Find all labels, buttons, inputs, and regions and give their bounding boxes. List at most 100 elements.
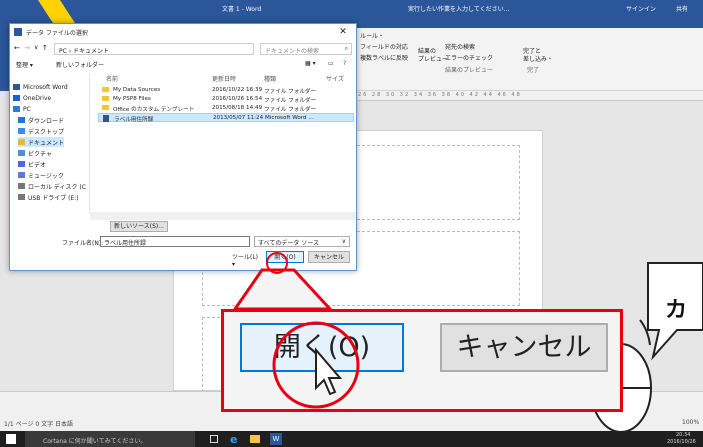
nav-item[interactable]: PC: [13, 104, 31, 114]
view-icon[interactable]: ▦ ▾: [305, 60, 316, 67]
ribbon-update-labels[interactable]: 複数ラベルに反映: [360, 53, 408, 62]
nav-item-label: ダウンロード: [28, 117, 65, 125]
file-row[interactable]: My Data Sources 2016/10/22 16:39 ファイル フォルダ…: [98, 86, 354, 95]
nav-item[interactable]: Microsoft Word: [13, 82, 68, 92]
file-row[interactable]: My PSP8 Files 2016/10/26 16:54 ファイル フォルダー: [98, 95, 354, 104]
filetype-select[interactable]: すべてのデータ ソース ∨: [254, 236, 350, 247]
up-icon[interactable]: ↑: [42, 44, 48, 52]
nav-item-label: ミュージック: [28, 172, 64, 180]
filename-label: ファイル名(N):: [62, 240, 104, 247]
address-bar[interactable]: PC › ドキュメント: [54, 43, 254, 55]
address-row: ← → ∨ ↑ PC › ドキュメント ドキュメントの検索 ⌕: [10, 41, 356, 57]
column-size[interactable]: サイズ: [326, 74, 344, 83]
nav-item[interactable]: ローカル ディスク (C: [18, 181, 86, 191]
folder-icon: [18, 161, 25, 167]
nav-item[interactable]: ピクチャ: [18, 148, 52, 158]
file-name: ラベル用住所録: [114, 117, 154, 123]
file-name: My PSP8 Files: [113, 96, 151, 102]
column-name[interactable]: 名前: [106, 74, 118, 83]
file-date: 2016/10/22 16:39: [212, 87, 263, 93]
signin-link[interactable]: サインイン: [626, 4, 656, 13]
word-taskbar-icon[interactable]: W: [270, 433, 282, 445]
preview-pane-icon[interactable]: ▭: [328, 60, 334, 67]
navigation-pane: Microsoft Word OneDrive PC ダウンロード デスクトップ ドキュメ…: [10, 74, 90, 214]
folder-icon: [18, 172, 25, 178]
nav-item-label: OneDrive: [23, 94, 52, 102]
clock-time: 20:34: [676, 432, 691, 438]
nav-item[interactable]: OneDrive: [13, 93, 51, 103]
filetype-value: すべてのデータ ソース: [258, 240, 319, 247]
help-icon[interactable]: ?: [343, 60, 346, 67]
word-doc-title: 文書 1 - Word: [222, 6, 262, 13]
ribbon-match-fields[interactable]: フィールドの対応: [360, 42, 408, 51]
explorer-icon[interactable]: [250, 435, 260, 443]
folder-icon: [102, 105, 109, 110]
folder-icon: [13, 84, 20, 90]
folder-icon: [102, 96, 109, 101]
ribbon-group-finish: 完了: [527, 67, 540, 74]
word-titlebar: 文書 1 - Word 実行したい作業を入力してください... サインイン 共有: [0, 0, 703, 16]
close-icon[interactable]: ✕: [330, 24, 356, 40]
nav-item[interactable]: デスクトップ: [18, 126, 64, 136]
folder-icon: [18, 183, 25, 189]
nav-item-label: PC: [23, 105, 31, 113]
ribbon-mailings-group: ルール・ フィールドの対応 複数ラベルに反映 結果の プレビュー 宛先の検索 エ…: [340, 28, 703, 91]
word-doc-icon: [103, 115, 109, 122]
ribbon-rules[interactable]: ルール・: [360, 31, 384, 40]
file-date: 2016/10/26 16:54: [212, 96, 263, 102]
zoom-level[interactable]: 100%: [682, 419, 699, 426]
file-date: 2013/05/07 11:24: [213, 115, 264, 121]
tools-button[interactable]: ツール(L) ▾: [232, 252, 262, 268]
ribbon-check-errors[interactable]: エラーのチェック: [445, 53, 493, 62]
task-view-icon[interactable]: [210, 435, 218, 443]
file-name: My Data Sources: [113, 87, 161, 93]
file-row[interactable]: Office のカスタム テンプレート 2015/08/18 14:49 ファイル …: [98, 104, 354, 113]
open-button[interactable]: 開く(O): [266, 251, 304, 263]
folder-icon: [102, 87, 109, 92]
file-date: 2015/08/18 14:49: [212, 105, 263, 111]
column-date[interactable]: 更新日時: [212, 74, 236, 83]
folder-icon: [18, 194, 25, 200]
cancel-button[interactable]: キャンセル: [308, 251, 350, 263]
dialog-toolbar: 整理 ▾ 新しいフォルダー ▦ ▾ ▭ ?: [10, 58, 356, 72]
dialog-titlebar[interactable]: データ ファイルの選択 ✕: [10, 24, 356, 40]
ruler-numbers: 24 26 28 30 32 34 36 38 40 42 44 46 48: [344, 92, 522, 98]
ribbon-finish-2[interactable]: 差し込み・: [523, 54, 553, 63]
nav-item[interactable]: ミュージック: [18, 170, 64, 180]
bubble-text: カ: [665, 298, 688, 323]
nav-item-label: Microsoft Word: [23, 83, 68, 91]
taskbar: Cortana に何か聞いてみてください。 e W 20:34 2016/10/…: [0, 431, 703, 447]
organize-button[interactable]: 整理 ▾: [16, 60, 33, 69]
ribbon-preview-2[interactable]: プレビュー: [418, 54, 448, 63]
zoomed-open-button: 開く(O): [240, 323, 404, 372]
new-folder-button[interactable]: 新しいフォルダー: [56, 60, 104, 69]
nav-item[interactable]: ダウンロード: [18, 115, 64, 125]
filename-input[interactable]: ラベル用住所録: [100, 236, 250, 247]
edge-icon[interactable]: e: [230, 433, 237, 446]
back-icon[interactable]: ←: [14, 44, 20, 52]
search-input[interactable]: ドキュメントの検索 ⌕: [260, 43, 352, 55]
nav-item[interactable]: ビデオ: [18, 159, 46, 169]
column-type[interactable]: 種類: [264, 74, 276, 83]
file-list: 名前 更新日時 種類 サイズ My Data Sources 2016/10/22…: [98, 74, 356, 214]
chevron-down-icon[interactable]: ∨: [34, 44, 38, 51]
folder-icon: [13, 106, 20, 112]
ruler: 24 26 28 30 32 34 36 38 40 42 44 46 48: [340, 91, 703, 101]
breadcrumb: PC › ドキュメント: [59, 48, 110, 55]
start-icon[interactable]: [6, 434, 16, 444]
cortana-search[interactable]: Cortana に何か聞いてみてください。: [25, 431, 195, 447]
cortana-text: Cortana に何か聞いてみてください。: [43, 438, 147, 445]
file-type: ファイル フォルダー: [264, 98, 317, 104]
tell-me-box[interactable]: 実行したい作業を入力してください...: [408, 4, 509, 13]
nav-item-label: デスクトップ: [28, 128, 65, 136]
file-row[interactable]: ラベル用住所録 2013/05/07 11:24 Microsoft Word ..…: [98, 113, 354, 123]
dialog-title: データ ファイルの選択: [26, 30, 88, 37]
share-button[interactable]: 共有: [676, 4, 688, 13]
horizontal-scrollbar[interactable]: [90, 212, 356, 220]
ribbon-find-recipient[interactable]: 宛先の検索: [445, 42, 475, 51]
forward-icon[interactable]: →: [24, 44, 30, 52]
new-source-button[interactable]: 新しいソース(S)...: [110, 221, 168, 232]
nav-item[interactable]: ドキュメント: [18, 137, 65, 147]
nav-item[interactable]: USB ドライブ (E:): [18, 192, 79, 202]
folder-icon: [13, 95, 20, 101]
